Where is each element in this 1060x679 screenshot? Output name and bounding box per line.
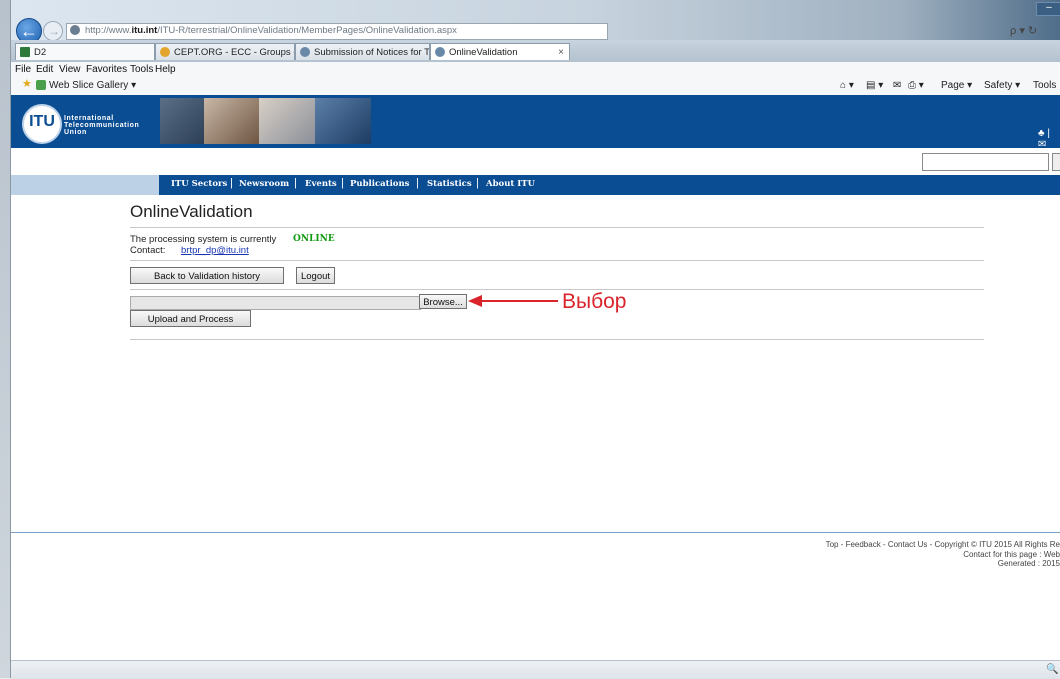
tab-online-validation[interactable]: OnlineValidation × [430, 43, 570, 60]
menu-edit[interactable]: Edit [36, 62, 53, 77]
web-slice-icon [36, 80, 46, 90]
status-badge: ONLINE [293, 234, 335, 244]
nav-separator: | [230, 177, 233, 189]
footer-links[interactable]: Top - Feedback - Contact Us - Copyright … [700, 540, 1060, 550]
nav-publications[interactable]: Publications [350, 179, 409, 189]
itu-icon [435, 47, 445, 57]
contact-label: Contact: [130, 245, 166, 256]
file-path-input[interactable] [130, 296, 421, 310]
favorites-star-icon[interactable]: ★ [22, 79, 32, 90]
web-slice-gallery[interactable]: Web Slice Gallery ▾ [49, 78, 136, 93]
header-photo-building [160, 98, 204, 144]
header-sitemap-mail-icon[interactable]: ♣ | ✉ [1038, 128, 1060, 150]
mail-icon[interactable]: ✉ [893, 78, 901, 93]
menu-help[interactable]: Help [155, 62, 176, 77]
status-label: The processing system is currently [130, 234, 277, 245]
desktop-left-edge [0, 0, 10, 678]
itu-logo-text: ITU [29, 113, 55, 130]
footer: Top - Feedback - Contact Us - Copyright … [700, 540, 1060, 569]
site-favicon-icon [70, 25, 80, 35]
back-to-history-button[interactable]: Back to Validation history [130, 267, 284, 284]
page-title: OnlineValidation [130, 202, 253, 221]
nav-events[interactable]: Events [305, 179, 337, 189]
header-photo-woman-phone [204, 98, 259, 144]
itu-org-name: International Telecommunication Union [64, 115, 140, 136]
tab-cept[interactable]: CEPT.ORG - ECC - Groups - EC... [155, 43, 295, 60]
site-search-row [11, 148, 1060, 175]
divider [130, 227, 984, 228]
tab-submission[interactable]: Submission of Notices for Terr... [295, 43, 430, 60]
cept-icon [160, 47, 170, 57]
browser-status-bar [11, 660, 1060, 679]
feeds-icon[interactable]: ▤ ▾ [866, 78, 883, 93]
forward-arrow-icon: → [48, 24, 60, 38]
main-nav [11, 175, 1060, 195]
contact-email-link[interactable]: brtpr_dp@itu.int [181, 245, 249, 256]
menu-favorites[interactable]: Favorites [86, 62, 127, 77]
zoom-icon[interactable]: 🔍 [1046, 664, 1058, 675]
nav-about-itu[interactable]: About ITU [486, 179, 535, 189]
site-search-input[interactable] [922, 153, 1049, 171]
print-icon[interactable]: ⎙ ▾ [908, 78, 924, 93]
header-photo-keyboard [259, 98, 315, 144]
nav-separator: | [416, 177, 419, 189]
nav-separator: | [476, 177, 479, 189]
browse-button[interactable]: Browse... [419, 294, 467, 309]
address-url: http://www.itu.int/ITU-R/terrestrial/Onl… [85, 25, 457, 36]
footer-divider [11, 532, 1060, 533]
nav-separator: | [294, 177, 297, 189]
tools-menu[interactable]: Tools [1033, 78, 1056, 93]
page-menu[interactable]: Page ▾ [941, 78, 972, 93]
itu-icon [300, 47, 310, 57]
nav-statistics[interactable]: Statistics [427, 179, 472, 189]
close-tab-icon[interactable]: × [558, 44, 564, 60]
header-photo-technology [315, 98, 371, 144]
annotation-label: Выбор [562, 290, 627, 313]
safety-menu[interactable]: Safety ▾ [984, 78, 1020, 93]
divider [130, 339, 984, 340]
footer-generated: Generated : 2015 [997, 559, 1060, 568]
upload-and-process-button[interactable]: Upload and Process [130, 310, 251, 327]
footer-contact: Contact for this page : Web [963, 549, 1060, 559]
divider [130, 289, 984, 290]
menu-tools[interactable]: Tools [130, 62, 153, 77]
logout-button[interactable]: Logout [296, 267, 335, 284]
forward-button[interactable]: → [43, 21, 63, 41]
search-refresh-icon[interactable]: ρ ▾ ↻ [1010, 24, 1037, 37]
favorites-bar [11, 77, 1060, 96]
minimize-icon[interactable]: – [1036, 2, 1060, 16]
tab-d2[interactable]: D2 [15, 43, 155, 60]
annotation-arrow-icon [468, 295, 558, 307]
site-search-button[interactable] [1052, 153, 1060, 171]
home-icon[interactable]: ⌂ ▾ [840, 78, 854, 93]
menu-file[interactable]: File [15, 62, 31, 77]
divider [130, 260, 984, 261]
address-bar[interactable]: http://www.itu.int/ITU-R/terrestrial/Onl… [66, 23, 608, 40]
nav-itu-sectors[interactable]: ITU Sectors [171, 179, 227, 189]
nav-left-strip [11, 175, 159, 195]
menu-view[interactable]: View [59, 62, 81, 77]
nav-newsroom[interactable]: Newsroom [239, 179, 289, 189]
image-icon [20, 47, 30, 57]
nav-separator: | [341, 177, 344, 189]
